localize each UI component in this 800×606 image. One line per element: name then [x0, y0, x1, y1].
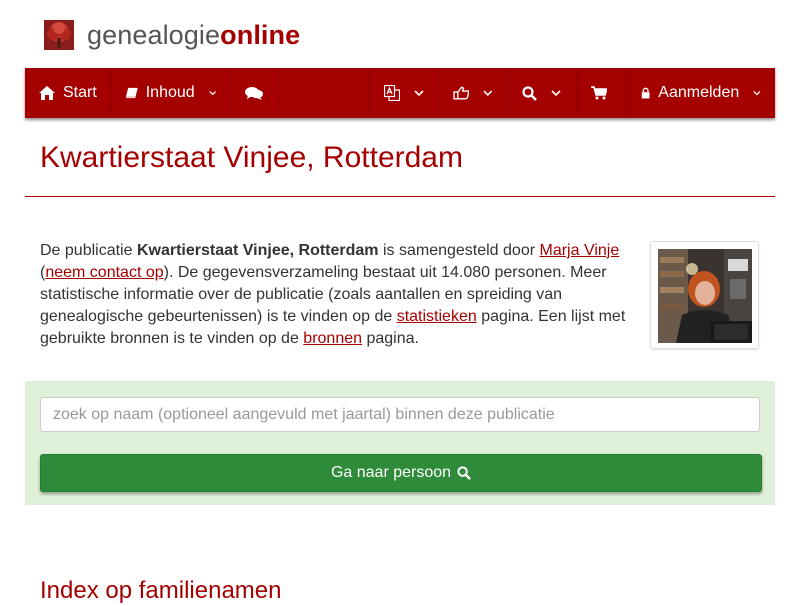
comments-icon: [245, 87, 263, 100]
goto-person-label: Ga naar persoon: [330, 464, 452, 481]
search-input[interactable]: [40, 397, 760, 432]
nav-forum[interactable]: [231, 68, 279, 118]
chevron-down-icon: [414, 90, 424, 96]
main-navbar: Start Inhoud Aanmelden: [25, 68, 775, 118]
home-icon: [39, 86, 55, 100]
logo-text: genealogieonline: [87, 20, 300, 50]
publication-intro: De publicatie Kwartierstaat Vinjee, Rott…: [40, 240, 630, 350]
intro-text: De publicatie: [40, 242, 137, 259]
nav-search[interactable]: [508, 68, 577, 118]
index-family-names-heading: Index op familienamen: [40, 577, 282, 604]
chevron-down-icon: [753, 91, 761, 96]
book-icon: [126, 87, 138, 99]
site-logo[interactable]: genealogieonline: [44, 19, 300, 51]
search-icon: [457, 466, 471, 480]
logo-text-online: online: [220, 20, 301, 50]
goto-person-button[interactable]: Ga naar persoon: [40, 454, 762, 492]
nav-shop[interactable]: [577, 68, 627, 118]
author-link[interactable]: Marja Vinje: [540, 242, 620, 259]
author-photo[interactable]: [650, 241, 759, 349]
page-title: Kwartierstaat Vinjee, Rotterdam: [40, 141, 463, 174]
nav-login-label: Aanmelden: [658, 84, 740, 101]
intro-text: pagina.: [362, 330, 419, 347]
author-photo-image: [658, 249, 752, 343]
search-icon: [522, 85, 537, 101]
tree-logo-icon: [44, 20, 74, 50]
nav-inhoud-label: Inhoud: [145, 84, 195, 101]
lock-icon: [641, 87, 650, 99]
statistics-link[interactable]: statistieken: [397, 308, 477, 325]
chevron-down-icon: [483, 90, 493, 96]
nav-share[interactable]: [439, 68, 508, 118]
shopping-cart-icon: [591, 86, 607, 100]
nav-start[interactable]: Start: [25, 68, 112, 118]
translate-icon: [384, 85, 400, 101]
nav-start-label: Start: [63, 84, 97, 101]
contact-link[interactable]: neem contact op: [45, 264, 163, 281]
title-divider: [25, 196, 775, 197]
nav-login[interactable]: Aanmelden: [627, 68, 775, 118]
chevron-down-icon: [551, 90, 561, 96]
publication-search-panel: Ga naar persoon: [25, 381, 775, 505]
logo-text-genealogie: genealogie: [87, 20, 221, 50]
intro-text: is samengesteld door: [378, 242, 540, 259]
hand-pointer-icon: [453, 86, 470, 100]
chevron-down-icon: [208, 91, 216, 96]
nav-inhoud[interactable]: Inhoud: [112, 68, 231, 118]
nav-language[interactable]: [369, 68, 439, 118]
publication-name: Kwartierstaat Vinjee, Rotterdam: [136, 242, 379, 259]
sources-link[interactable]: bronnen: [303, 330, 362, 347]
